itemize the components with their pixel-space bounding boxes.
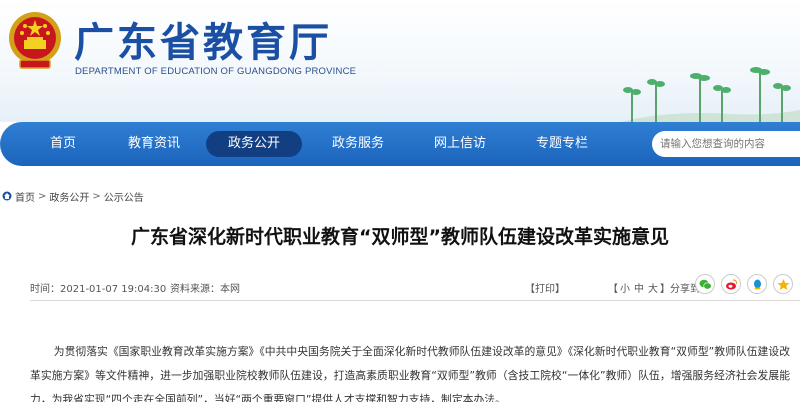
font-small-link[interactable]: 小 [620, 284, 630, 295]
font-size-controls: 【小中大】 [608, 280, 670, 295]
nav-item-label: 专题专栏 [535, 136, 588, 151]
nav-item-label: 网上信访 [433, 136, 486, 151]
nav-item-label: 政务服务 [331, 136, 384, 151]
publish-time: 时间：2021-01-07 19:04:30 [30, 284, 167, 295]
home-icon [2, 191, 12, 201]
article-meta: 时间：2021-01-07 19:04:30 资料来源：本网 【打印】 【小中大… [30, 274, 800, 296]
breadcrumb-item-home[interactable]: 首页 [15, 189, 35, 204]
breadcrumb-separator: > [38, 190, 47, 202]
article-body: 为贯彻落实《国家职业教育改革实施方案》《中共中央国务院关于全面深化新时代教师队伍… [30, 345, 790, 402]
nav-item-services[interactable]: 政务服务 [318, 122, 398, 166]
nav-item-home[interactable]: 首页 [28, 122, 98, 166]
meta-divider [30, 300, 800, 301]
nav-item-news[interactable]: 教育资讯 [112, 122, 196, 166]
print-link[interactable]: 【打印】 [525, 280, 565, 295]
wechat-icon[interactable] [695, 274, 715, 294]
breadcrumb-separator: > [92, 190, 101, 202]
nav-item-petition[interactable]: 网上信访 [418, 122, 502, 166]
article-title: 广东省深化新时代职业教育“双师型”教师队伍建设改革实施意见 [131, 226, 669, 248]
font-bracket-open: 【 [608, 284, 618, 295]
breadcrumb: 首页 > 政务公开 > 公示公告 [0, 188, 144, 204]
site-title: 广东省教育厅 [74, 20, 332, 66]
search-input[interactable] [652, 131, 800, 157]
breadcrumb-item-notices[interactable]: 公示公告 [104, 189, 144, 204]
share-icons [695, 274, 793, 294]
national-emblem-icon [9, 12, 61, 69]
nav-item-topics[interactable]: 专题专栏 [522, 122, 602, 166]
font-large-link[interactable]: 大 [648, 284, 658, 295]
site-header: 广东省教育厅 DEPARTMENT OF EDUCATION OF GUANGD… [0, 0, 800, 122]
article-source: 资料来源：本网 [170, 284, 240, 295]
breadcrumb-item-gov-affairs[interactable]: 政务公开 [49, 189, 89, 204]
plant-decoration-icon [620, 67, 800, 122]
font-medium-link[interactable]: 中 [634, 284, 644, 295]
font-bracket-close: 】 [660, 284, 670, 295]
qzone-icon[interactable] [773, 274, 793, 294]
nav-item-label: 政务公开 [206, 131, 302, 157]
nav-item-label: 首页 [49, 136, 76, 151]
weibo-icon[interactable] [721, 274, 741, 294]
nav-item-gov-affairs[interactable]: 政务公开 [206, 122, 302, 166]
qq-icon[interactable] [747, 274, 767, 294]
site-subtitle: DEPARTMENT OF EDUCATION OF GUANGDONG PRO… [75, 66, 357, 77]
nav-item-label: 教育资讯 [127, 136, 180, 151]
